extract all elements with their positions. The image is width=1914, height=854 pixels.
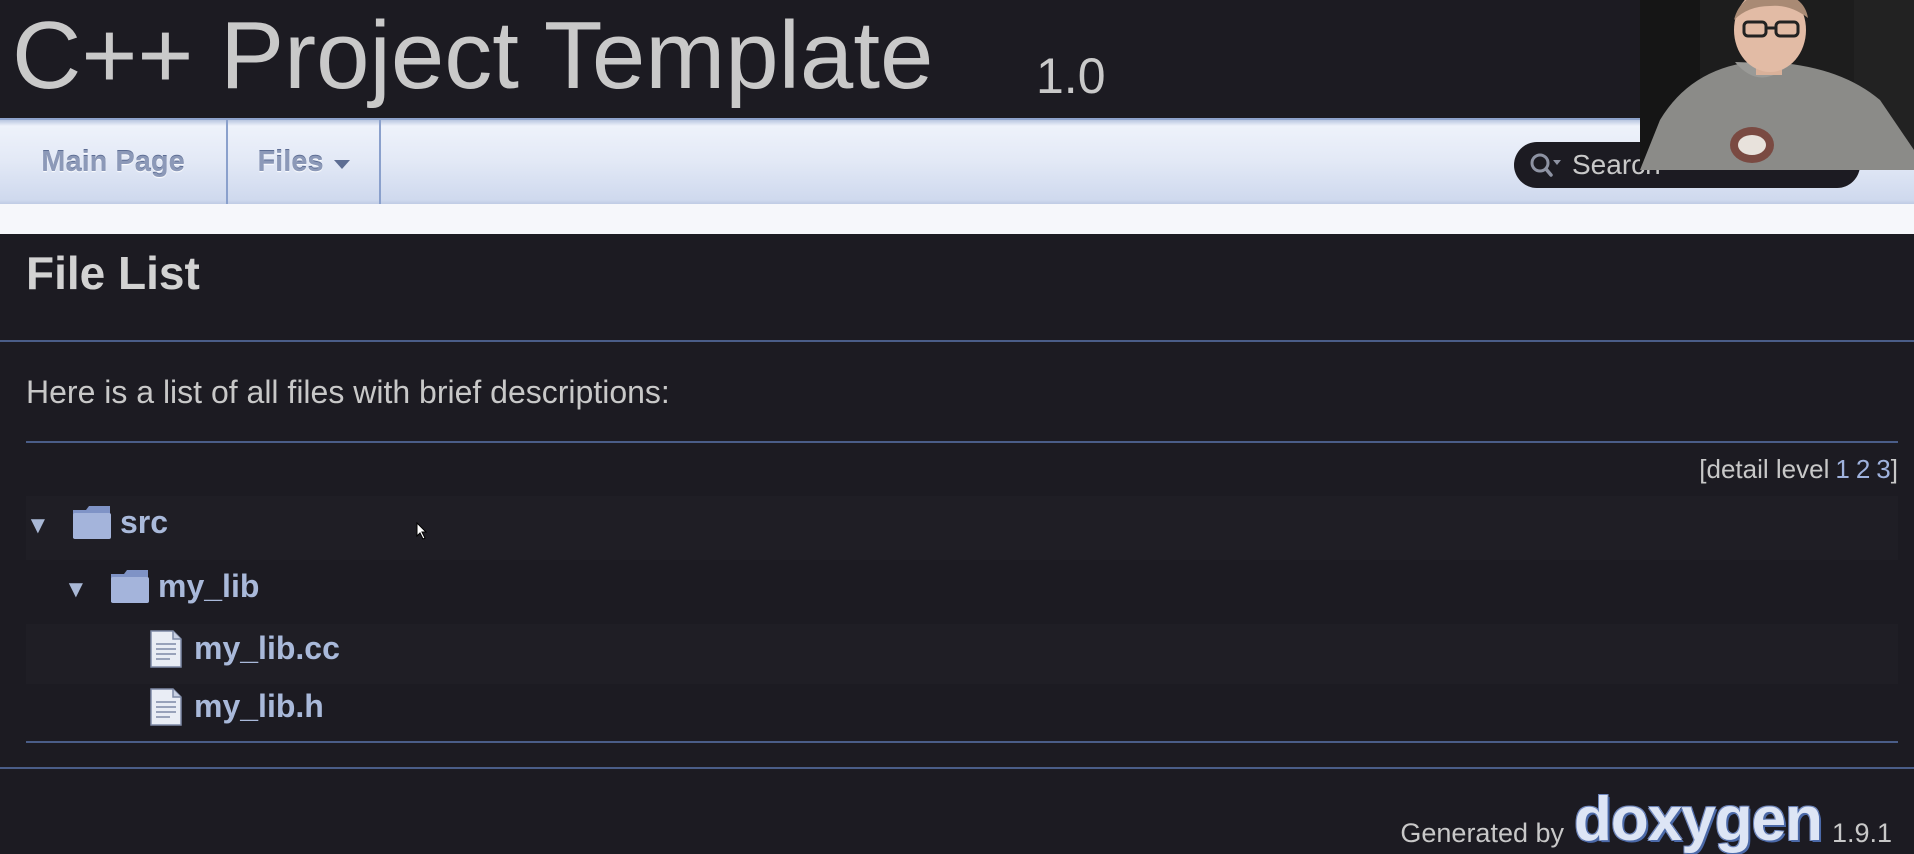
chevron-down-icon: [333, 159, 350, 169]
file-icon: [150, 688, 182, 726]
detail-level-2[interactable]: 2: [1856, 454, 1870, 484]
navbar: Main Page Files: [0, 118, 1914, 204]
doxygen-version: 1.9.1: [1831, 818, 1892, 848]
detail-level-3[interactable]: 3: [1876, 454, 1890, 484]
detail-level: [detail level 1 2 3]: [1699, 454, 1898, 485]
tree-label-my-lib-cc[interactable]: my_lib.cc: [194, 630, 340, 667]
tree-bottom-divider: [26, 741, 1898, 743]
tree-row-src[interactable]: ▼ src: [26, 496, 1898, 560]
header-divider: [0, 340, 1914, 342]
detail-level-prefix: [detail level: [1699, 454, 1830, 484]
tree-row-my-lib-h[interactable]: my_lib.h: [26, 684, 1898, 742]
presenter-video: [1640, 0, 1914, 170]
doxygen-page: C++ Project Template 1.0 Main Page Files: [0, 0, 1914, 854]
intro-text: Here is a list of all files with brief d…: [26, 374, 670, 410]
nav-files-menu[interactable]: Files: [228, 120, 381, 204]
navbar-spacer: [0, 204, 1914, 234]
footer-divider: [0, 767, 1914, 769]
collapse-arrow-icon[interactable]: ▼: [26, 512, 50, 540]
webcam-overlay: [1640, 0, 1914, 170]
project-number: 1.0: [1036, 48, 1106, 104]
tree-label-src[interactable]: src: [120, 504, 168, 541]
doxygen-logo[interactable]: doxygen: [1574, 789, 1823, 851]
collapse-arrow-icon[interactable]: ▼: [64, 576, 88, 604]
nav-main-page-label: Main Page: [41, 145, 185, 178]
footer: Generated by doxygen 1.9.1: [1400, 789, 1892, 851]
page-title: File List: [26, 247, 200, 299]
mouse-cursor-icon: [416, 522, 428, 540]
nav-main-page[interactable]: Main Page: [0, 120, 228, 204]
tree-label-my-lib-h[interactable]: my_lib.h: [194, 688, 324, 725]
tree-row-my-lib[interactable]: ▼ my_lib: [26, 560, 1898, 624]
tree-label-my-lib[interactable]: my_lib: [158, 568, 259, 605]
file-icon: [150, 630, 182, 668]
footer-generated-by: Generated by: [1400, 818, 1564, 848]
detail-level-1[interactable]: 1: [1835, 454, 1849, 484]
tree-row-my-lib-cc[interactable]: my_lib.cc: [26, 624, 1898, 684]
nav-files-label: Files: [257, 145, 324, 178]
content-divider: [26, 441, 1898, 443]
title-area: C++ Project Template 1.0: [0, 0, 1914, 118]
detail-level-suffix: ]: [1890, 454, 1898, 484]
folder-icon: [111, 570, 149, 603]
project-name: C++ Project Template: [12, 2, 934, 109]
folder-icon: [73, 506, 111, 539]
search-icon[interactable]: [1528, 150, 1562, 180]
